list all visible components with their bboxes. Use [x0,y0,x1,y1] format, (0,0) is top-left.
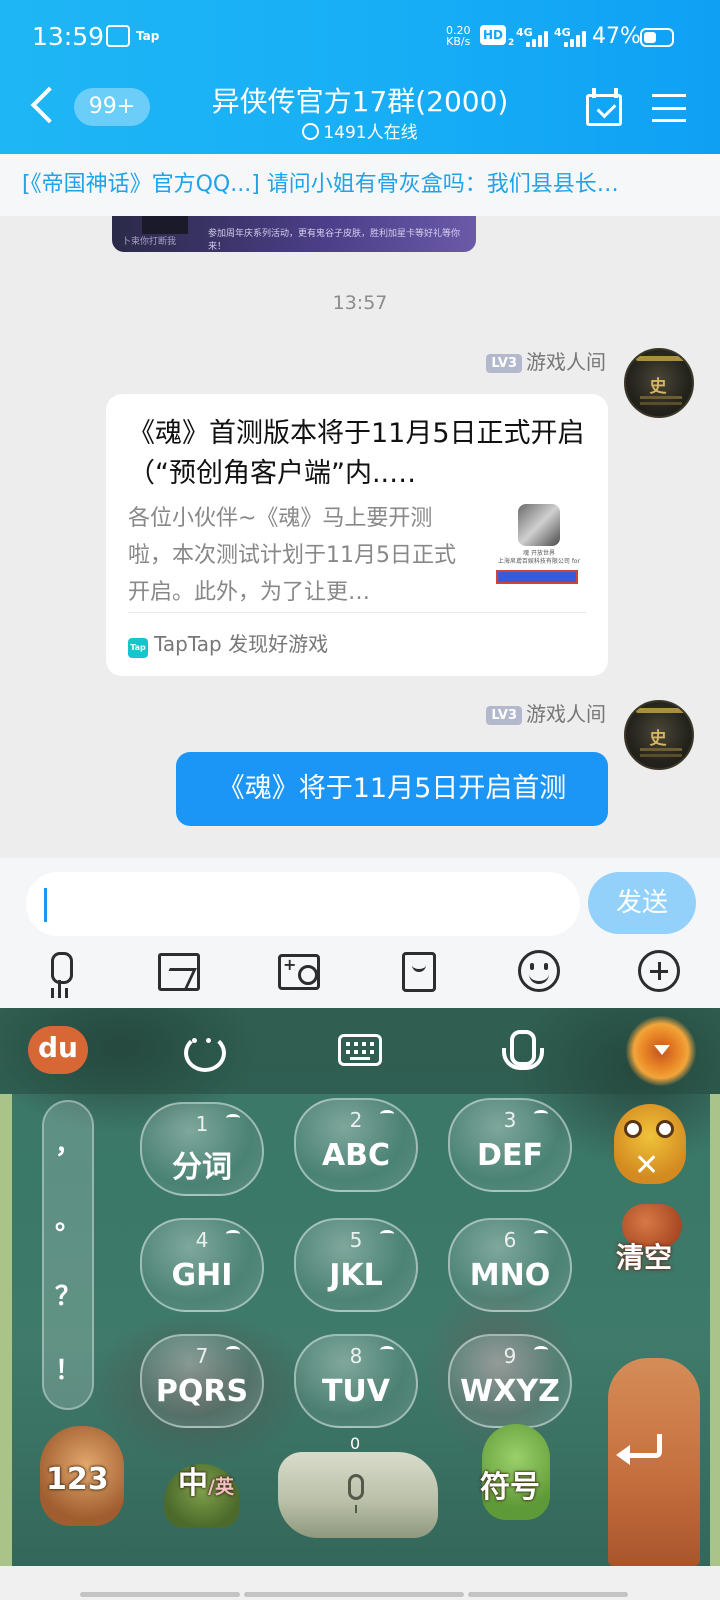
card-thumbnail: 魂 开放世界 上海帛鳶百娱科技有限公司 for [490,504,588,590]
enter-icon [616,1434,662,1465]
key-6[interactable]: 6 MNO [448,1218,572,1312]
message-input[interactable] [26,872,580,936]
avatar[interactable]: 史 [624,348,694,418]
level-badge: LV3 [486,354,522,373]
exclaim-key[interactable]: ！ [44,1350,92,1387]
punctuation-column[interactable]: ， 。 ？ ！ [42,1100,94,1410]
delete-icon: ✕ [634,1148,660,1183]
menu-icon[interactable] [652,94,686,122]
language-switch-key[interactable]: 中/英 [178,1458,234,1502]
sender-name: LV3 游戏人间 [486,346,606,375]
key-4[interactable]: 4 GHI [140,1218,264,1312]
message-timestamp: 13:57 [332,292,388,314]
signal-icon-2 [564,31,586,47]
input-bar: 发送 [0,858,720,1008]
battery-percent: 47% [592,24,641,49]
calendar-check-icon[interactable] [586,88,622,126]
space-key[interactable]: 0 [278,1434,438,1538]
comma-key[interactable]: ， [44,1124,92,1161]
message-bubble[interactable]: 《魂》将于11月5日开启首测 [176,752,608,826]
network-speed: 0.20 KB/s [446,24,471,48]
key-1[interactable]: 1 分词 [140,1102,264,1196]
collapse-keyboard-icon[interactable] [626,1016,696,1086]
status-time: 13:59 [32,22,105,51]
text-caret [44,888,47,922]
previous-card-fragment[interactable]: 卜束你打断我 参加周年庆系列活动，更有鬼谷子皮肤，胜利加星卡等好礼等你来！ [112,216,476,252]
notification-icon [106,25,130,47]
taptap-icon: Tap [128,638,148,658]
app-header: 13:59 Tap 0.20 KB/s HD 2 4G 4G 47% 99+ 异侠… [0,0,720,154]
red-packet-icon[interactable] [402,952,436,992]
image-icon[interactable] [158,953,200,991]
input-toolbar [0,950,720,1000]
clear-key[interactable]: 清空 [616,1236,672,1276]
game-icon [518,504,560,546]
emoji-keyboard-icon[interactable] [180,1030,226,1074]
camera-icon[interactable] [278,954,320,990]
ime-logo-button[interactable]: du [28,1026,88,1074]
key-7[interactable]: 7 PQRS [140,1334,264,1428]
send-button[interactable]: 发送 [588,872,696,934]
level-badge: LV3 [486,706,522,725]
status-bar: 13:59 Tap 0.20 KB/s HD 2 4G 4G 47% [0,0,720,76]
check-circle-icon [302,123,320,140]
card-title: 《魂》首测版本将于11月5日正式开启（“预创角客户端”内..… [128,418,585,489]
card-description: 各位小伙伴~《魂》马上要开测啦，本次测试计划于11月5日正式开启。此外，为了让更… [128,506,456,605]
emoji-icon[interactable] [518,950,560,992]
symbols-key[interactable]: 符号 [480,1462,540,1506]
card-fragment-left: 卜束你打断我 [122,237,177,247]
hd-sub: 2 [508,38,515,48]
key-2[interactable]: 2 ABC [294,1098,418,1192]
space-mic-icon [348,1474,364,1513]
ime-keyboard: du ， 。 ？ ！ 1 分词 2 ABC 3 DEF 4 GHI 5 JKL 6 MNO … [0,1008,720,1566]
system-nav-bar [0,1566,720,1600]
key-9[interactable]: 9 WXYZ [448,1334,572,1428]
keyboard-switch-icon[interactable] [338,1034,382,1066]
sender-name: LV3 游戏人间 [486,698,606,727]
avatar[interactable]: 史 [624,700,694,770]
hd-voice-icon: HD [480,25,506,45]
card-source: Tap TapTap 发现好游戏 [128,628,328,658]
voice-input-icon[interactable] [498,1030,544,1074]
mic-icon[interactable] [38,950,82,994]
key-3[interactable]: 3 DEF [448,1098,572,1192]
pinned-notice[interactable]: [《帝国神话》官方QQ...] 请问小姐有骨灰盒吗：我们县县长… [0,154,720,216]
numbers-key-label[interactable]: 123 [46,1462,109,1497]
key-5[interactable]: 5 JKL [294,1218,418,1312]
plus-icon[interactable] [638,950,680,992]
card-image [142,216,188,234]
divider [128,612,586,613]
period-key[interactable]: 。 [44,1200,92,1237]
enter-key[interactable] [608,1358,700,1566]
tap-notification-icon: Tap [136,29,160,43]
shared-link-card[interactable]: 《魂》首测版本将于11月5日正式开启（“预创角客户端”内..… 各位小伙伴~《魂… [106,394,608,676]
question-key[interactable]: ？ [44,1276,92,1313]
signal-icon-1 [526,31,548,47]
key-8[interactable]: 8 TUV [294,1334,418,1428]
delete-key[interactable]: ✕ [614,1104,686,1184]
battery-icon [640,28,674,47]
card-fragment-text: 参加周年庆系列活动，更有鬼谷子皮肤，胜利加星卡等好礼等你来！ [208,229,461,252]
